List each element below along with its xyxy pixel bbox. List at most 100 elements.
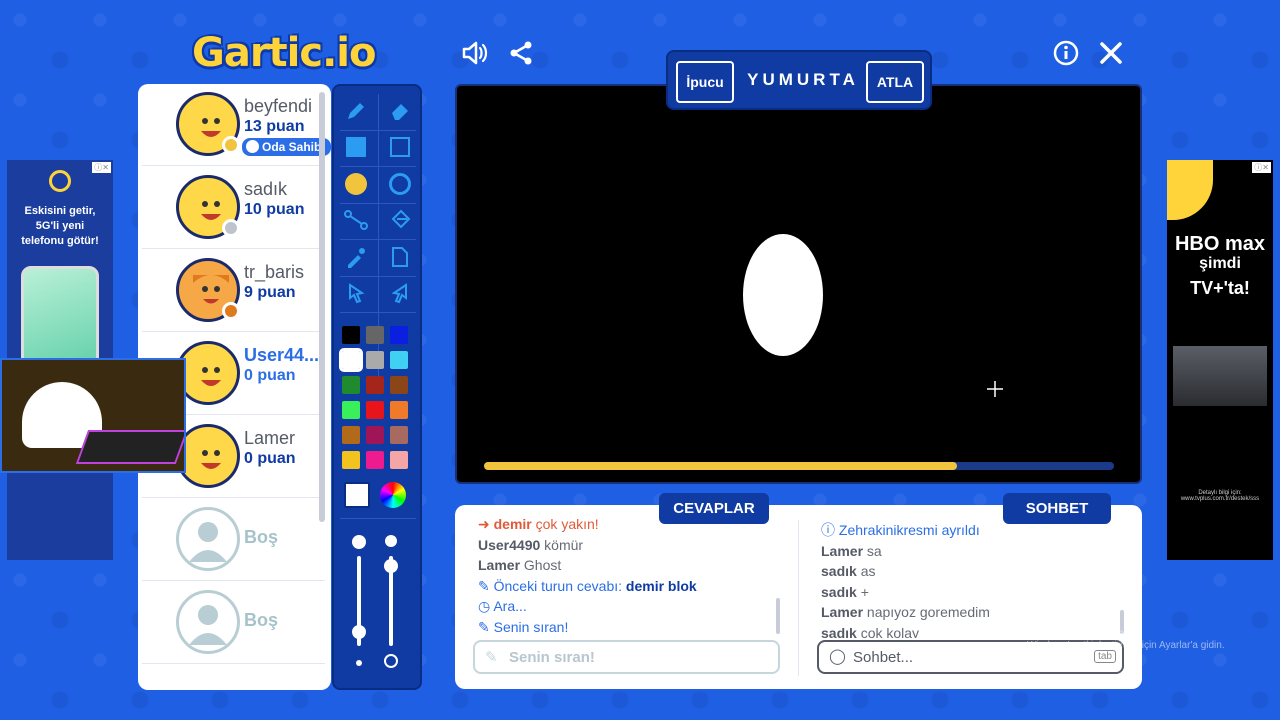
gartic-logo: Gartic.io [192,30,376,76]
color-swatch[interactable] [390,451,408,469]
drawing-tools-panel [332,84,422,690]
color-swatch[interactable] [366,351,384,369]
player-points: 13 puan [244,118,305,135]
panel-divider [798,520,799,676]
pencil-icon: ✎ [478,577,494,594]
drawn-egg-shape [743,234,823,356]
color-swatch[interactable] [390,351,408,369]
player-name: beyfendi [244,96,313,116]
new-page-icon[interactable] [382,240,418,274]
owner-icon [246,140,259,153]
chat-bubble-icon: ◯ [829,648,846,665]
undo-icon[interactable] [338,276,374,310]
color-swatch[interactable] [390,426,408,444]
player-list-scrollbar[interactable] [319,92,325,522]
pencil-icon[interactable] [338,94,374,128]
empty-slot[interactable]: Boş [142,582,325,664]
color-swatch[interactable] [390,401,408,419]
info-icon: ⓘ [821,522,839,538]
list-item: sadık + [821,583,869,600]
size-slider-handle[interactable] [352,625,366,639]
ad-hbo-text: HBO max şimdi TV+'ta! [1174,233,1266,298]
room-owner-badge: Oda Sahibi [242,138,331,156]
share-icon[interactable] [506,38,536,68]
fill-bucket-icon[interactable] [382,203,418,237]
list-item: ✎ Senin sıran! [478,618,569,635]
round-timer-bar [484,462,1114,470]
color-swatch[interactable] [342,401,360,419]
filled-circle-icon[interactable] [338,167,374,201]
speaker-icon[interactable] [460,38,490,68]
crosshair-cursor-icon [987,381,1003,397]
opacity-slider-handle[interactable] [384,559,398,573]
hint-button[interactable]: İpucu [676,61,734,103]
circle-icon[interactable] [382,167,418,201]
list-item: ◷ Ara... [478,598,527,615]
color-swatch[interactable] [390,326,408,344]
list-item: ✎ Önceki turun cevabı: demir blok [478,577,697,594]
tab-key-hint: tab [1094,650,1116,663]
status-dot [222,136,240,154]
empty-slot[interactable]: Boş [142,499,325,581]
answers-scrollbar[interactable] [776,598,780,634]
rectangle-icon[interactable] [382,130,418,164]
drawing-canvas[interactable] [455,84,1142,484]
list-item: ➜ demir çok yakın! [478,516,599,532]
color-swatch[interactable] [390,376,408,394]
color-swatch[interactable] [366,401,384,419]
player-row[interactable]: sadık 10 puan [142,167,325,249]
color-swatch[interactable] [342,376,360,394]
right-advertisement[interactable]: ⓘ✕ HBO max şimdi TV+'ta! Detaylı bilgi i… [1167,160,1273,560]
empty-avatar-icon [176,507,240,571]
skip-button[interactable]: ATLA [866,61,924,103]
color-swatch[interactable] [366,376,384,394]
color-swatch[interactable] [339,348,363,372]
status-dot [222,302,240,320]
list-item: Lamer sa [821,542,882,559]
line-icon[interactable] [338,203,374,237]
close-icon[interactable] [1096,38,1126,68]
answer-input[interactable]: ✎ Senin sıran! [473,640,780,674]
color-swatch[interactable] [366,451,384,469]
list-item: Lamer napıyoz goremedim [821,604,990,621]
player-row[interactable]: tr_baris 9 puan [142,250,325,332]
size-indicator [352,535,366,549]
player-points: 9 puan [244,284,296,301]
color-swatch[interactable] [342,326,360,344]
info-icon[interactable] [1051,38,1081,68]
ad-info-icon-right[interactable]: ⓘ✕ [1252,162,1271,173]
ad-left-text: Eskisini getir, 5G'li yeni telefonu götü… [21,205,99,247]
player-points: 10 puan [244,201,305,218]
redo-icon[interactable] [382,276,418,310]
player-name: Lamer [244,428,296,448]
list-item: ⓘ Zehrakinikresmi ayrıldı [821,522,980,538]
filled-rectangle-icon[interactable] [338,130,374,164]
webcam-overlay [0,358,186,473]
player-row[interactable]: beyfendi 13 puan Oda Sahibi [142,84,331,166]
ad-poster-image [1173,346,1267,406]
clock-icon: ◷ [478,598,494,615]
list-item: User4490 kömür [478,536,584,553]
max-opacity-dot [384,654,398,668]
player-name: User44... [244,345,320,365]
eraser-icon[interactable] [382,94,418,128]
color-wheel-icon[interactable] [380,482,406,508]
color-swatch[interactable] [342,451,360,469]
empty-slot-label: Boş [244,610,279,630]
color-swatch[interactable] [366,426,384,444]
current-color[interactable] [344,482,370,508]
color-swatch[interactable] [366,326,384,344]
keyboard-image [75,430,184,464]
answers-list: ➜ demir çok yakın! User4490 kömür Lamer … [478,514,778,638]
color-swatch[interactable] [342,426,360,444]
empty-avatar-icon [176,590,240,654]
ad-info-icon[interactable]: ⓘ✕ [92,162,111,173]
word-bar: İpucu YUMURTA ATLA [666,50,932,110]
chat-list: ⓘ Zehrakinikresmi ayrıldı Lamer sa sadık… [821,520,1121,638]
current-word: YUMURTA [747,70,859,89]
player-name: tr_baris [244,262,305,282]
pencil-icon: ✎ [485,649,498,666]
status-dot [222,219,240,237]
eyedropper-icon[interactable] [338,240,374,274]
near-icon: ➜ [478,516,494,532]
